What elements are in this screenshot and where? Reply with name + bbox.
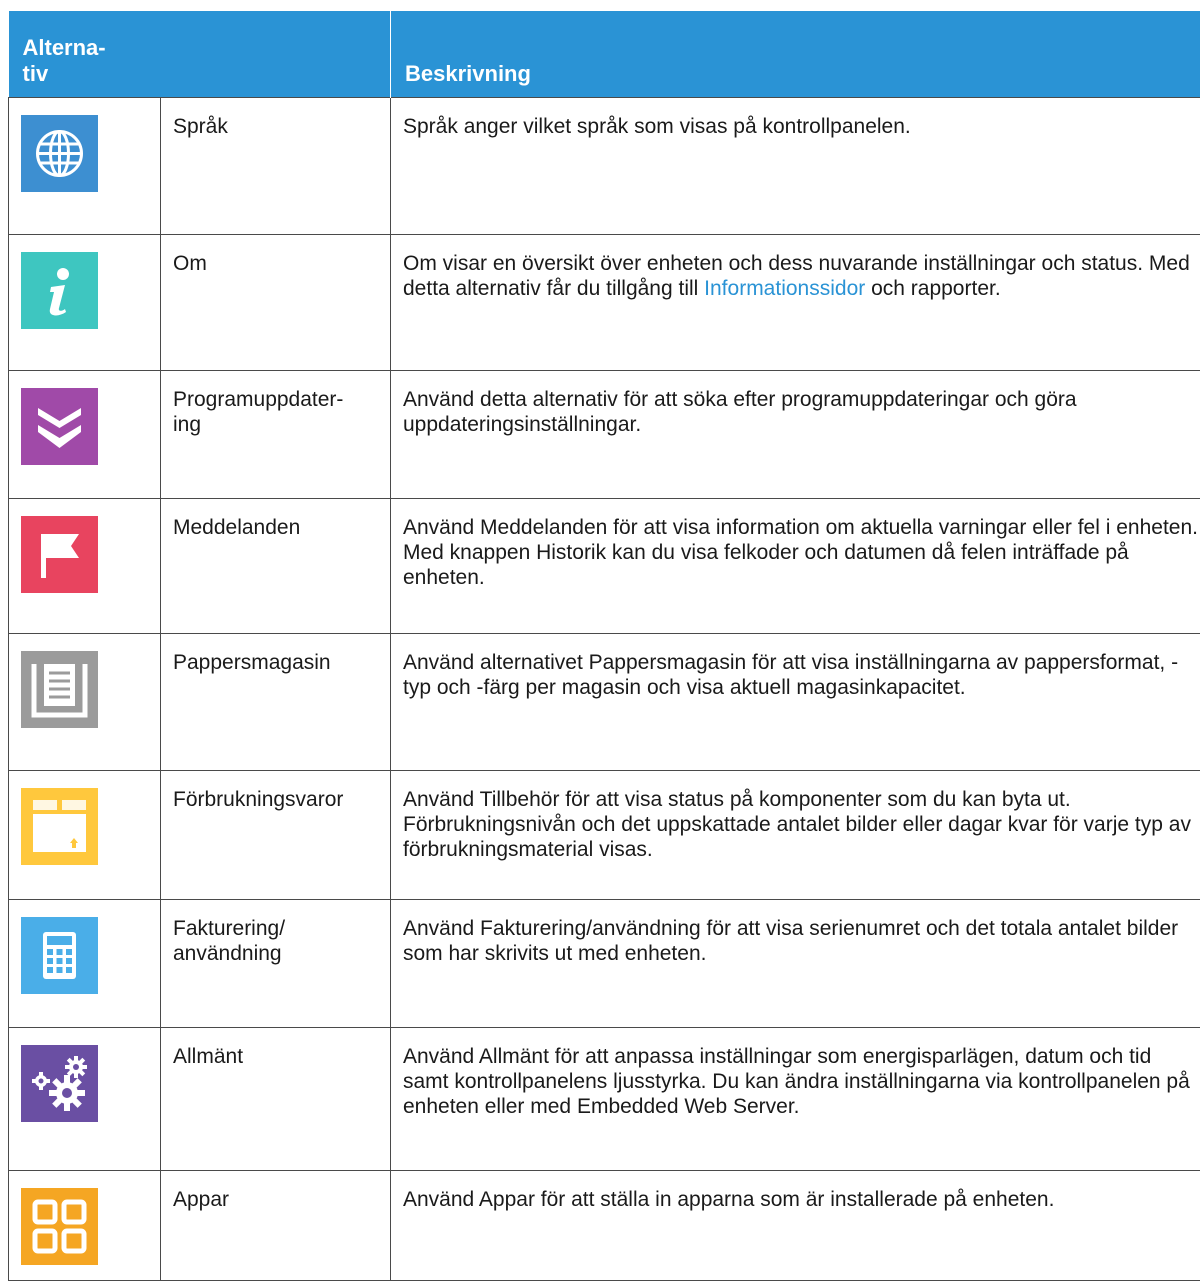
option-name: Pappersmagasin (161, 634, 391, 771)
icon-cell (9, 499, 161, 634)
option-name: Fakturering/användning (161, 900, 391, 1028)
option-description: Om visar en översikt över enheten och de… (391, 235, 1200, 371)
option-description: Språk anger vilket språk som visas på ko… (391, 98, 1200, 235)
icon-cell (9, 98, 161, 235)
option-name: Språk (161, 98, 391, 235)
icon-cell (9, 235, 161, 371)
header-beskrivning: Beskrivning (391, 11, 1200, 98)
download-chevron-icon (21, 388, 98, 465)
info-icon (21, 252, 98, 329)
paper-tray-icon (21, 651, 98, 728)
option-description: Använd Meddelanden för att visa informat… (391, 499, 1200, 634)
table-row: Appar Använd Appar för att ställa in app… (9, 1171, 1200, 1281)
globe-icon (21, 115, 98, 192)
option-description: Använd detta alternativ för att söka eft… (391, 371, 1200, 499)
option-name-line2: användning (173, 942, 282, 965)
option-name-line1: Fakturering/ (173, 917, 285, 940)
flag-icon (21, 516, 98, 593)
icon-cell (9, 771, 161, 900)
option-description: Använd Appar för att ställa in apparna s… (391, 1171, 1200, 1281)
option-name: Appar (161, 1171, 391, 1281)
table-row: Fakturering/användning Använd Fakturerin… (9, 900, 1200, 1028)
options-table: Alterna- tiv Beskrivning (8, 11, 1200, 1281)
icon-cell (9, 634, 161, 771)
table-row: Meddelanden Använd Meddelanden för att v… (9, 499, 1200, 634)
option-name-line2: ing (173, 413, 201, 436)
icon-cell (9, 1028, 161, 1171)
table-row: Programuppdater-ing Använd detta alterna… (9, 371, 1200, 499)
option-name: Om (161, 235, 391, 371)
table-header-row: Alterna- tiv Beskrivning (9, 11, 1200, 98)
option-name: Programuppdater-ing (161, 371, 391, 499)
option-description: Använd Fakturering/användning för att vi… (391, 900, 1200, 1028)
option-description: Använd Tillbehör för att visa status på … (391, 771, 1200, 900)
option-name-line1: Programuppdater- (173, 388, 343, 411)
header-alternativ-line1: Alterna- (23, 35, 377, 61)
calculator-icon (21, 917, 98, 994)
apps-grid-icon (21, 1188, 98, 1265)
header-alternativ: Alterna- tiv (9, 11, 391, 98)
gears-icon (21, 1045, 98, 1122)
table-row: Om Om visar en översikt över enheten och… (9, 235, 1200, 371)
option-description: Använd Allmänt för att anpassa inställni… (391, 1028, 1200, 1171)
option-description: Använd alternativet Pappersmagasin för a… (391, 634, 1200, 771)
header-alternativ-line2: tiv (23, 61, 377, 87)
table-row: Pappersmagasin Använd alternativet Pappe… (9, 634, 1200, 771)
informationssidor-link[interactable]: Informationssidor (704, 277, 865, 300)
supplies-box-icon (21, 788, 98, 865)
table-row: Förbrukningsvaror Använd Tillbehör för a… (9, 771, 1200, 900)
icon-cell (9, 1171, 161, 1281)
option-name: Meddelanden (161, 499, 391, 634)
table-row: Allmänt Använd Allmänt för att anpassa i… (9, 1028, 1200, 1171)
description-text-end: och rapporter. (865, 277, 1000, 300)
option-name: Förbrukningsvaror (161, 771, 391, 900)
options-table-container: Alterna- tiv Beskrivning (8, 11, 1200, 1281)
table-row: Språk Språk anger vilket språk som visas… (9, 98, 1200, 235)
option-name: Allmänt (161, 1028, 391, 1171)
icon-cell (9, 900, 161, 1028)
icon-cell (9, 371, 161, 499)
